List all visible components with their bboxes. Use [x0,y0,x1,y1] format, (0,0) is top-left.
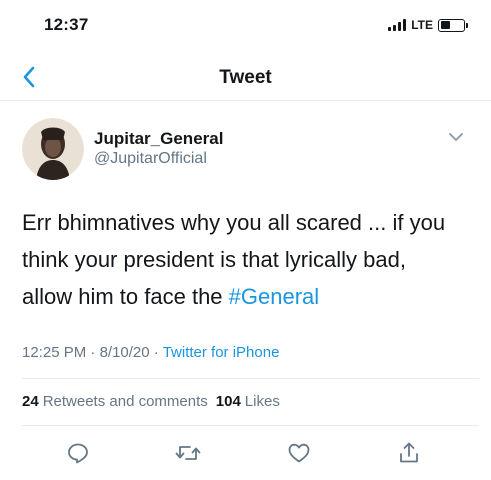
tweet-source-link[interactable]: Twitter for iPhone [163,344,280,361]
status-indicators: LTE [388,18,468,32]
like-icon [288,443,310,463]
status-time: 12:37 [44,15,89,34]
status-bar: 12:37 LTE [0,0,491,50]
nav-bar: Tweet [0,55,491,101]
retweets-stat[interactable]: 24 Retweets and comments [22,393,208,410]
tweet-text: Err bhimnatives why you all scared ... i… [22,204,462,315]
likes-label: Likes [244,393,280,410]
signal-icon [388,19,407,31]
likes-stat[interactable]: 104 Likes [216,393,280,410]
retweets-count: 24 [22,393,39,410]
tweet-time: 12:25 PM [22,344,87,361]
tweet-meta: 12:25 PM · 8/10/20 · Twitter for iPhone [22,344,279,361]
retweet-button[interactable] [173,438,203,468]
tweet-stats: 24 Retweets and comments 104 Likes [22,393,280,410]
tweet-author: Jupitar_General @JupitarOfficial [22,118,471,182]
network-label: LTE [411,18,433,32]
like-button[interactable] [284,438,314,468]
avatar[interactable] [22,118,84,180]
reply-icon [68,443,88,464]
share-button[interactable] [394,438,424,468]
author-display-name[interactable]: Jupitar_General [94,129,223,149]
author-handle[interactable]: @JupitarOfficial [94,150,207,168]
retweets-label: Retweets and comments [42,393,208,410]
reply-button[interactable] [63,438,93,468]
divider [22,378,479,379]
more-options-button[interactable] [447,130,465,144]
avatar-image [22,118,84,180]
page-title: Tweet [219,67,272,88]
divider [22,425,479,426]
likes-count: 104 [215,393,241,410]
meta-separator: · [90,344,96,361]
action-bar [0,436,491,470]
meta-separator: · [153,344,159,361]
retweet-icon [175,446,201,460]
share-icon [400,442,418,463]
battery-level [440,21,451,29]
chevron-down-icon [449,133,463,141]
tweet-date: 8/10/20 [99,344,150,361]
hashtag-link[interactable]: #General [229,284,320,309]
battery-icon [438,18,468,32]
